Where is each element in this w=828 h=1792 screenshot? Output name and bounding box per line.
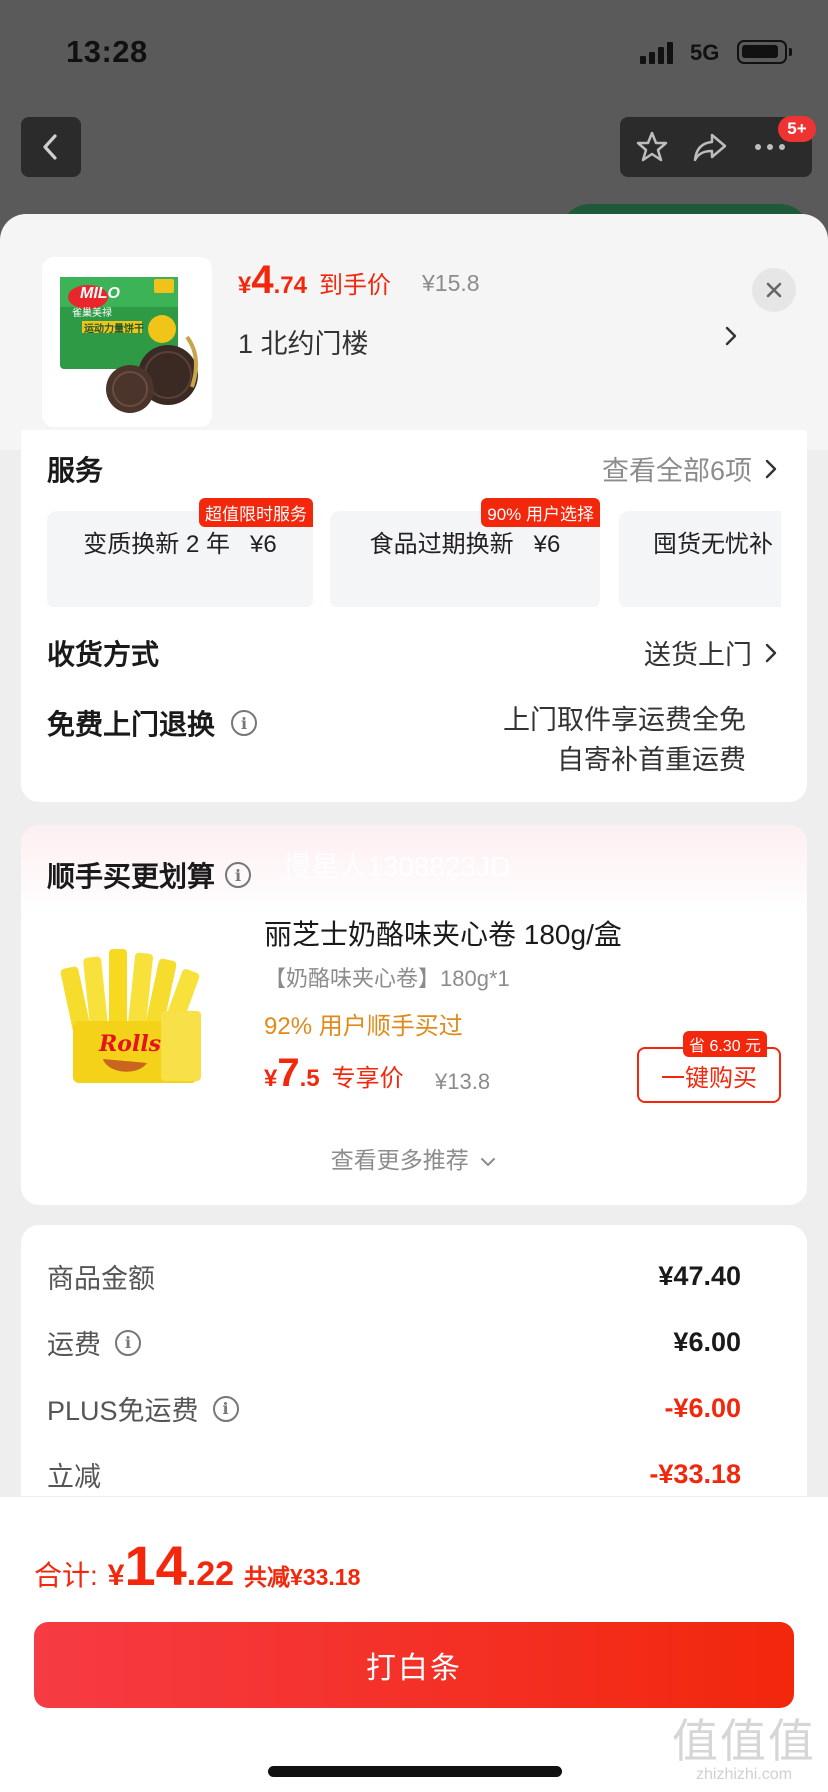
checkout-footer: 合计: ¥ 14 .22 共减¥33.18 打白条 值值值 zhizhizhi.… <box>0 1496 828 1792</box>
upsell-product-spec: 【奶酪味夹心卷】180g*1 <box>264 966 510 991</box>
status-time: 13:28 <box>66 34 148 69</box>
upsell-product-image[interactable]: Rolls <box>47 913 213 1101</box>
services-view-all[interactable]: 查看全部6项 <box>602 449 778 488</box>
pay-button[interactable]: 打白条 <box>34 1622 794 1708</box>
service-price: ¥6 <box>250 531 277 558</box>
thumbnail-brand: MILO <box>80 285 120 302</box>
chevron-right-icon[interactable] <box>724 324 738 353</box>
upsell-product-name[interactable]: 丽芝士奶酪味夹心卷 180g/盒 <box>264 913 622 953</box>
delivery-address[interactable]: 1 北约门楼 <box>238 322 369 361</box>
order-total: 合计: ¥ 14 .22 共减¥33.18 <box>34 1534 361 1597</box>
info-icon[interactable]: i <box>212 1395 239 1422</box>
chevron-left-icon <box>43 134 57 160</box>
upsell-title: 顺手买更划算 <box>47 861 216 892</box>
site-watermark: 值值值 zhizhizhi.com <box>672 1715 816 1783</box>
share-icon[interactable] <box>692 129 728 165</box>
watermark-text: 慢星人1308823JD <box>283 851 511 882</box>
service-price: ¥6 <box>533 531 561 558</box>
summary-row: 立减 -¥33.18 <box>47 1455 741 1494</box>
summary-value: ¥6.00 <box>673 1327 741 1357</box>
summary-value: ¥47.40 <box>658 1261 741 1291</box>
delivery-method[interactable]: 送货上门 <box>644 633 778 672</box>
service-option[interactable]: 超值限时服务 变质换新 2 年 ¥6 <box>47 498 313 607</box>
save-tag: 省 6.30 元 <box>683 1031 768 1057</box>
returns-row: 免费上门退换 i <box>47 703 258 743</box>
summary-label: 立减 <box>47 1462 101 1492</box>
thumbnail-caption: 运动力量饼干 <box>84 324 144 335</box>
info-icon[interactable]: i <box>225 862 252 888</box>
total-label: 合计: <box>34 1560 98 1591</box>
summary-value: -¥33.18 <box>649 1459 741 1489</box>
signal-icon <box>640 42 678 64</box>
summary-value: -¥6.00 <box>664 1393 741 1423</box>
message-count-badge: 5+ <box>778 116 816 142</box>
close-button[interactable] <box>752 268 796 312</box>
service-label: 变质换新 2 年 <box>83 531 230 558</box>
thumbnail-brand-cn: 雀巢美禄 <box>72 308 112 319</box>
returns-policy: 上门取件享运费全免 自寄补首重运费 <box>503 705 746 775</box>
back-button[interactable] <box>21 117 81 177</box>
product-thumbnail: MILO 雀巢美禄 运动力量饼干 <box>42 257 212 427</box>
services-scroller[interactable]: 超值限时服务 变质换新 2 年 ¥6 90% 用户选择 食品过期换新 ¥6 囤货… <box>47 497 781 607</box>
summary-row: PLUS免运费 i -¥6.00 <box>47 1389 741 1428</box>
upsell-social-proof: 92% 用户顺手买过 <box>264 1013 463 1040</box>
final-price: ¥ 4 .74 到手价 <box>238 258 391 302</box>
summary-label: 商品金额 <box>47 1264 155 1294</box>
home-indicator[interactable] <box>268 1766 562 1777</box>
service-option[interactable]: 囤货无忧补 <box>619 511 781 607</box>
chevron-down-icon <box>481 1158 496 1167</box>
upsell-image-brand: Rolls <box>99 1031 162 1057</box>
delivery-title: 收货方式 <box>47 639 160 670</box>
service-label: 食品过期换新 <box>369 531 514 558</box>
upsell-card: 顺手买更划算 i 慢星人1308823JD Rolls 丽芝士奶酪味夹心卷 18… <box>21 825 807 1205</box>
returns-title: 免费上门退换 <box>47 709 216 740</box>
close-icon <box>766 282 782 298</box>
services-title: 服务 <box>47 455 104 486</box>
chevron-right-icon <box>765 459 777 478</box>
service-option[interactable]: 90% 用户选择 食品过期换新 ¥6 <box>330 498 600 607</box>
price-summary-card: 商品金额 ¥47.40 运费 i ¥6.00 PLUS免运费 i -¥6.00 立减… <box>21 1225 807 1525</box>
status-bar: 13:28 5G <box>0 30 828 74</box>
summary-row: 运费 i ¥6.00 <box>47 1323 741 1362</box>
star-icon[interactable] <box>634 129 670 165</box>
summary-label: PLUS免运费 <box>47 1396 199 1426</box>
info-icon[interactable]: i <box>231 710 258 736</box>
upsell-original-price: ¥13.8 <box>435 1069 491 1094</box>
summary-row: 商品金额 ¥47.40 <box>47 1257 741 1296</box>
summary-label: 运费 <box>47 1330 101 1360</box>
service-label: 囤货无忧补 <box>653 531 773 558</box>
battery-icon <box>737 40 792 64</box>
chevron-right-icon <box>765 643 777 662</box>
upsell-price: ¥ 7 .5 专享价 <box>264 1051 404 1095</box>
total-discount: 共减¥33.18 <box>244 1564 361 1590</box>
view-more-recommendations[interactable]: 查看更多推荐 <box>21 1141 807 1175</box>
network-type: 5G <box>690 40 720 65</box>
info-icon[interactable]: i <box>115 1329 141 1356</box>
original-price: ¥15.8 <box>422 270 480 296</box>
